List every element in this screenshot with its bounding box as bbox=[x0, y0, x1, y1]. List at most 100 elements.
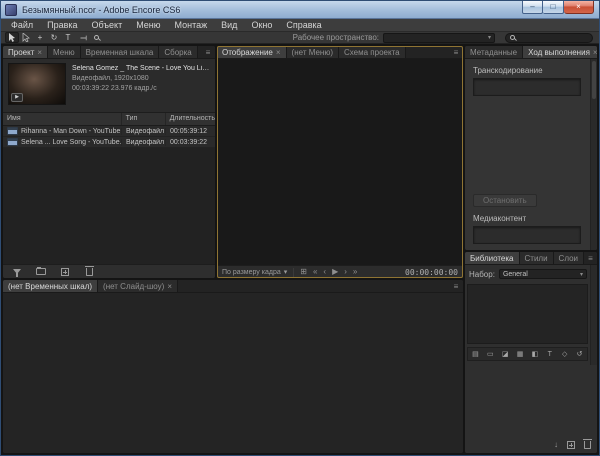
tab-no-menu[interactable]: (нет Меню) bbox=[287, 46, 339, 58]
filter-layer-sets-icon[interactable]: ◧ bbox=[529, 349, 541, 360]
step-forward-button[interactable]: › bbox=[344, 268, 347, 276]
close-button[interactable]: × bbox=[564, 1, 594, 14]
table-row[interactable]: Selena ... Love Song - YouTube.MP4 Видео… bbox=[3, 137, 215, 148]
menu-item-menu[interactable]: Меню bbox=[129, 19, 167, 32]
filter-replacement-icon[interactable]: ↺ bbox=[574, 349, 586, 360]
scrollbar-thumb[interactable] bbox=[592, 61, 596, 99]
asset-type-cell: Видеофайл bbox=[121, 128, 165, 135]
menu-item-edit[interactable]: Правка bbox=[40, 19, 84, 32]
direct-selection-tool-icon[interactable] bbox=[19, 32, 33, 43]
tab-close-icon[interactable]: × bbox=[593, 48, 597, 57]
menu-item-view[interactable]: Вид bbox=[214, 19, 244, 32]
tab-flowchart[interactable]: Схема проекта bbox=[339, 46, 406, 58]
menu-item-window[interactable]: Окно bbox=[244, 19, 279, 32]
set-select[interactable]: General ▾ bbox=[499, 269, 587, 279]
minimize-button[interactable]: – bbox=[522, 1, 543, 14]
monitor-viewport[interactable] bbox=[217, 59, 463, 265]
place-button[interactable]: ↓ bbox=[554, 440, 558, 449]
progress-tabbar: Метаданные Ход выполнения × ≡ bbox=[465, 46, 597, 59]
scrollbar[interactable] bbox=[590, 265, 597, 365]
scrollbar[interactable] bbox=[590, 59, 597, 250]
progress-panel: Метаданные Ход выполнения × ≡ Транскодир… bbox=[465, 46, 597, 250]
new-item-button[interactable] bbox=[567, 441, 575, 449]
search-box[interactable] bbox=[505, 33, 593, 43]
tab-styles[interactable]: Стили bbox=[520, 252, 554, 264]
panel-menu-icon[interactable]: ≡ bbox=[449, 46, 463, 58]
menu-item-help[interactable]: Справка bbox=[279, 19, 328, 32]
filter-button[interactable] bbox=[11, 266, 23, 278]
tab-close-icon[interactable]: × bbox=[167, 282, 172, 291]
new-folder-button[interactable] bbox=[35, 266, 47, 278]
tab-close-icon[interactable]: × bbox=[37, 48, 42, 57]
filter-buttons-icon[interactable]: ▭ bbox=[484, 349, 496, 360]
filter-menus-icon[interactable]: ▤ bbox=[469, 349, 481, 360]
text-tool-icon[interactable]: T bbox=[61, 32, 75, 43]
step-back-button[interactable]: ‹ bbox=[323, 268, 326, 276]
tab-menus[interactable]: Меню bbox=[48, 46, 81, 58]
vertical-text-tool-icon[interactable]: T bbox=[75, 32, 89, 43]
search-input[interactable] bbox=[518, 34, 588, 41]
library-panel: Библиотека Стили Слои ≡ Набор: General ▾… bbox=[465, 252, 597, 453]
zoom-level-select[interactable]: По размеру кадра ▾ bbox=[222, 268, 287, 276]
zoom-level-value: По размеру кадра bbox=[222, 269, 281, 276]
tab-build[interactable]: Сборка bbox=[159, 46, 197, 58]
table-row[interactable]: Rihanna - Man Down - YouTube.MP4 Видеофа… bbox=[3, 126, 215, 137]
tab-library[interactable]: Библиотека bbox=[465, 252, 520, 264]
filter-text-icon[interactable]: T bbox=[544, 349, 556, 360]
delete-button[interactable] bbox=[83, 266, 95, 278]
selection-tool-icon[interactable] bbox=[5, 32, 19, 43]
minimize-icon: – bbox=[530, 3, 534, 11]
toolbar: + ↻ T T Рабочее пространство: ▾ bbox=[1, 32, 599, 44]
title-bar[interactable]: Безымянный.ncor - Adobe Encore CS6 – □ × bbox=[1, 1, 599, 19]
column-header-type[interactable]: Тип bbox=[121, 113, 165, 125]
zoom-tool-icon[interactable] bbox=[89, 32, 103, 43]
library-item-list[interactable] bbox=[467, 284, 588, 344]
safe-area-button[interactable]: ⊞ bbox=[300, 268, 307, 276]
column-header-name[interactable]: Имя bbox=[3, 113, 121, 125]
asset-name-cell: Rihanna - Man Down - YouTube.MP4 bbox=[3, 127, 121, 135]
filter-backgrounds-icon[interactable]: ▦ bbox=[514, 349, 526, 360]
trash-icon bbox=[86, 268, 93, 276]
library-tabbar: Библиотека Стили Слои ≡ bbox=[465, 252, 597, 265]
tab-project[interactable]: Проект × bbox=[3, 46, 48, 58]
menu-item-file[interactable]: Файл bbox=[4, 19, 40, 32]
workspace-select[interactable]: ▾ bbox=[383, 33, 495, 43]
panel-menu-icon[interactable]: ≡ bbox=[449, 280, 463, 292]
filter-shapes-icon[interactable]: ◇ bbox=[559, 349, 571, 360]
next-chapter-button[interactable]: » bbox=[353, 268, 357, 276]
filter-images-icon[interactable]: ◪ bbox=[499, 349, 511, 360]
workspace-label: Рабочее пространство: bbox=[293, 33, 379, 42]
menu-item-object[interactable]: Объект bbox=[85, 19, 130, 32]
new-item-icon bbox=[61, 268, 69, 276]
column-header-duration[interactable]: Длительность bbox=[165, 113, 215, 125]
panel-menu-icon[interactable]: ≡ bbox=[584, 252, 597, 264]
delete-button[interactable] bbox=[584, 441, 591, 449]
menu-item-timeline[interactable]: Монтаж bbox=[168, 19, 215, 32]
tab-timelines[interactable]: Временная шкала bbox=[81, 46, 160, 58]
monitor-controls-bar: По размеру кадра ▾ ⊞ « ‹ ▶ › » 00:00:00:… bbox=[217, 265, 463, 278]
new-item-button[interactable] bbox=[59, 266, 71, 278]
tab-close-icon[interactable]: × bbox=[276, 48, 281, 57]
prev-chapter-button[interactable]: « bbox=[313, 268, 317, 276]
play-button[interactable]: ▶ bbox=[332, 268, 338, 276]
monitor-tabbar: Отображение × (нет Меню) Схема проекта ≡ bbox=[217, 46, 463, 59]
rotate-tool-icon[interactable]: ↻ bbox=[47, 32, 61, 43]
tab-menus-label: Меню bbox=[53, 48, 75, 57]
tab-flowchart-label: Схема проекта bbox=[344, 48, 400, 57]
filter-icon bbox=[13, 269, 21, 274]
stop-button[interactable]: Остановить bbox=[473, 194, 537, 207]
play-button[interactable]: ▶ bbox=[11, 93, 23, 102]
timeline-content[interactable] bbox=[3, 293, 463, 453]
tab-metadata[interactable]: Метаданные bbox=[465, 46, 523, 58]
tab-progress[interactable]: Ход выполнения × bbox=[523, 46, 597, 58]
panel-menu-icon[interactable]: ≡ bbox=[201, 46, 215, 58]
tab-no-slideshows[interactable]: (нет Слайд-шоу) × bbox=[98, 280, 178, 292]
vertical-text-glyph: T bbox=[78, 35, 86, 40]
maximize-button[interactable]: □ bbox=[543, 1, 564, 14]
set-label: Набор: bbox=[469, 270, 495, 279]
timeline-panel: (нет Временных шкал) (нет Слайд-шоу) × ≡ bbox=[3, 280, 463, 453]
tab-layers[interactable]: Слои bbox=[554, 252, 584, 264]
tab-monitor[interactable]: Отображение × bbox=[217, 46, 287, 58]
tab-no-timelines[interactable]: (нет Временных шкал) bbox=[3, 280, 98, 292]
move-tool-icon[interactable]: + bbox=[33, 32, 47, 43]
